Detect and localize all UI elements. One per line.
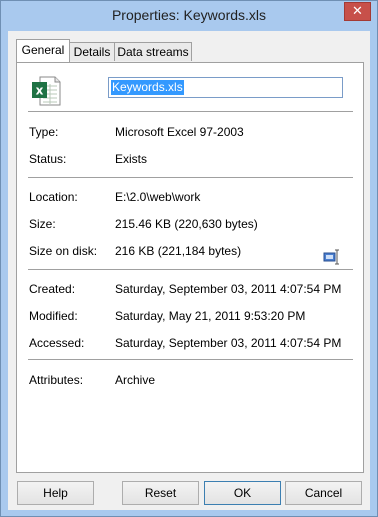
location-label: Location: xyxy=(29,190,78,204)
modified-label: Modified: xyxy=(29,309,78,323)
separator xyxy=(28,359,353,360)
type-value: Microsoft Excel 97-2003 xyxy=(115,125,244,139)
size-on-disk-value: 216 KB (221,184 bytes) xyxy=(115,244,242,258)
title-bar[interactable]: Properties: Keywords.xls ✕ xyxy=(1,1,377,31)
separator xyxy=(28,269,353,270)
window-title: Properties: Keywords.xls xyxy=(111,7,267,23)
attributes-value: Archive xyxy=(115,373,156,387)
excel-file-icon: x xyxy=(32,76,61,106)
created-value: Saturday, September 03, 2011 4:07:54 PM xyxy=(115,282,342,296)
modified-value: Saturday, May 21, 2011 9:53:20 PM xyxy=(115,309,306,323)
cancel-button[interactable]: Cancel xyxy=(285,481,362,505)
size-on-disk-label: Size on disk: xyxy=(29,244,98,258)
size-detail-icon[interactable] xyxy=(323,248,341,266)
size-value: 215.46 KB (220,630 bytes) xyxy=(115,217,258,231)
status-label: Status: xyxy=(29,152,67,166)
file-name-selection: Keywords.xls xyxy=(111,80,184,95)
size-label: Size: xyxy=(29,217,56,231)
file-name-field[interactable]: Keywords.xls xyxy=(108,77,343,98)
type-label: Type: xyxy=(29,125,59,139)
dialog-client-area: General Details Data streams x Keywords.… xyxy=(8,31,370,510)
separator xyxy=(28,177,353,178)
attributes-label: Attributes: xyxy=(29,373,84,387)
tab-general[interactable]: General xyxy=(16,39,70,62)
reset-button[interactable]: Reset xyxy=(122,481,199,505)
close-icon: ✕ xyxy=(352,4,363,19)
general-tab-panel: x Keywords.xls Type: Microsoft Excel 97-… xyxy=(16,62,364,473)
close-button[interactable]: ✕ xyxy=(344,2,371,21)
status-value: Exists xyxy=(115,152,148,166)
help-button[interactable]: Help xyxy=(17,481,94,505)
svg-text:x: x xyxy=(36,84,44,98)
properties-window: Properties: Keywords.xls ✕ General Detai… xyxy=(0,0,378,517)
ok-button[interactable]: OK xyxy=(204,481,281,505)
created-label: Created: xyxy=(29,282,76,296)
accessed-value: Saturday, September 03, 2011 4:07:54 PM xyxy=(115,336,342,350)
accessed-label: Accessed: xyxy=(29,336,85,350)
separator xyxy=(28,111,353,112)
tab-data-streams[interactable]: Data streams xyxy=(114,42,192,61)
tab-details[interactable]: Details xyxy=(69,42,115,61)
location-value: E:\2.0\web\work xyxy=(115,190,201,204)
